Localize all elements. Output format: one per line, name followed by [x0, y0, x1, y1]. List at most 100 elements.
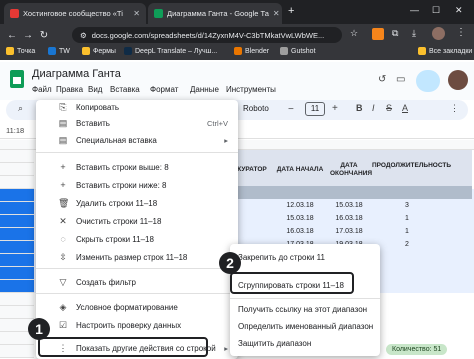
- reload-icon[interactable]: ↻: [36, 30, 52, 41]
- history-icon[interactable]: ↺: [378, 74, 386, 85]
- menu-item-resize-rows[interactable]: ⇳ Изменить размер строк 11–18: [36, 248, 238, 266]
- status-count-badge[interactable]: Количество: 51: [386, 344, 448, 355]
- comments-icon[interactable]: ▭: [396, 74, 405, 85]
- row-header-selected[interactable]: [0, 228, 34, 241]
- cell-duration[interactable]: 2: [372, 238, 442, 251]
- menu-item-paste[interactable]: ▤ Вставить Ctrl+V: [36, 114, 238, 132]
- row-header-selected[interactable]: [0, 280, 34, 293]
- folder-icon: [418, 47, 426, 55]
- bookmark-tochka[interactable]: Точка: [6, 47, 35, 55]
- row-header[interactable]: [0, 306, 34, 319]
- window-maximize-icon[interactable]: ☐: [432, 5, 440, 16]
- row-header[interactable]: [0, 163, 34, 176]
- row-header-selected[interactable]: [0, 202, 34, 215]
- menu-item-conditional-formatting[interactable]: ◈ Условное форматирование: [36, 298, 238, 316]
- profile-avatar[interactable]: [432, 27, 445, 40]
- text-color-icon[interactable]: A: [402, 103, 408, 113]
- menu-item-hide-rows[interactable]: ◌ Скрыть строки 11–18: [36, 230, 238, 248]
- menu-item-insert-rows-above[interactable]: + Вставить строки выше: 8: [36, 158, 238, 176]
- menu-insert[interactable]: Вставка: [110, 85, 140, 94]
- cell-end-date[interactable]: 16.03.18: [330, 212, 368, 225]
- paint-icon: ◈: [59, 302, 67, 312]
- bookmark-gutshot[interactable]: Gutshot: [280, 47, 316, 55]
- menu-divider: [36, 268, 238, 269]
- search-menus-icon[interactable]: ⌕: [18, 103, 23, 114]
- cell-duration[interactable]: 1: [372, 225, 442, 238]
- menu-divider: [36, 152, 238, 153]
- close-tab-icon[interactable]: ✕: [273, 9, 280, 18]
- cell-start-date[interactable]: 16.03.18: [276, 225, 324, 238]
- menu-view[interactable]: Вид: [88, 85, 102, 94]
- paste-special-icon: ▤: [58, 135, 68, 145]
- row-header-selected[interactable]: [0, 267, 34, 280]
- row-actions-submenu: Закрепить до строки 11 Сгруппировать стр…: [230, 244, 380, 356]
- row-header[interactable]: [0, 150, 34, 163]
- row-header-selected[interactable]: [0, 254, 34, 267]
- bookmark-blender[interactable]: Blender: [234, 47, 269, 55]
- window-close-icon[interactable]: ✕: [455, 5, 463, 16]
- gutshot-icon: [280, 47, 288, 55]
- strikethrough-icon[interactable]: S: [386, 103, 392, 113]
- row-header-selected[interactable]: [0, 215, 34, 228]
- cell-start-date[interactable]: 12.03.18: [276, 199, 324, 212]
- menu-tools[interactable]: Инструменты: [226, 85, 276, 94]
- font-size-decrease-icon[interactable]: −: [288, 104, 294, 115]
- sheets-logo-icon[interactable]: [10, 70, 24, 88]
- copy-icon: ⎘: [59, 102, 67, 112]
- row-header-selected[interactable]: [0, 241, 34, 254]
- document-title[interactable]: Диаграмма Ганта: [32, 68, 121, 80]
- browser-tab-hosting[interactable]: Хостинговое сообщество «Ti ✕: [4, 3, 146, 24]
- bookmark-fermy[interactable]: Фермы: [82, 47, 116, 55]
- add-icon: +: [60, 162, 66, 172]
- download-icon[interactable]: ⤓: [412, 28, 416, 39]
- bookmark-tw[interactable]: TW: [48, 47, 70, 55]
- font-size-field[interactable]: 11: [305, 102, 325, 116]
- cell-duration[interactable]: 1: [372, 212, 442, 225]
- extensions-icon[interactable]: ⧉: [392, 28, 398, 39]
- menu-data[interactable]: Данные: [190, 85, 219, 94]
- share-button[interactable]: [416, 70, 440, 92]
- bookmark-star-icon[interactable]: ☆: [350, 28, 358, 39]
- forward-icon[interactable]: →: [20, 30, 36, 41]
- menu-item-data-validation[interactable]: ☑ Настроить проверку данных: [36, 316, 238, 334]
- menu-item-paste-special[interactable]: ▤ Специальная вставка ▸: [36, 131, 238, 149]
- browser-tab-gantt[interactable]: Диаграмма Ганта - Google Та ✕: [148, 3, 282, 24]
- menu-edit[interactable]: Правка: [56, 85, 83, 94]
- menu-format[interactable]: Формат: [150, 85, 178, 94]
- account-avatar[interactable]: [448, 70, 468, 90]
- menu-item-clear-rows[interactable]: ✕ Очистить строки 11–18: [36, 212, 238, 230]
- bookmark-all[interactable]: Все закладки: [418, 47, 472, 55]
- bookmark-deepl[interactable]: DeepL Translate – Лучш...: [124, 47, 217, 55]
- name-box[interactable]: 11:18: [0, 123, 30, 137]
- deepl-icon: [124, 47, 132, 55]
- menu-item-delete-rows[interactable]: 🗑 Удалить строки 11–18: [36, 194, 238, 212]
- cell-start-date[interactable]: 15.03.18: [276, 212, 324, 225]
- bold-icon[interactable]: B: [356, 103, 363, 113]
- site-info-icon[interactable]: ⚙: [80, 31, 87, 40]
- row-header-selected[interactable]: [0, 189, 34, 202]
- close-tab-icon[interactable]: ✕: [133, 9, 140, 18]
- more-toolbar-icon[interactable]: ⋮: [450, 103, 459, 114]
- window-minimize-icon[interactable]: —: [410, 5, 419, 15]
- cell-duration[interactable]: 3: [372, 199, 442, 212]
- row-header[interactable]: [0, 345, 34, 358]
- browser-menu-icon[interactable]: ⋮: [456, 27, 466, 38]
- submenu-item-named-range[interactable]: Определить именованный диапазон: [230, 317, 380, 335]
- submenu-item-get-link[interactable]: Получить ссылку на этот диапазон: [230, 300, 380, 318]
- new-tab-icon[interactable]: +: [288, 5, 294, 17]
- font-selector[interactable]: Roboto: [243, 104, 269, 113]
- submenu-item-protect-range[interactable]: Защитить диапазон: [230, 334, 380, 352]
- row-header[interactable]: [0, 176, 34, 189]
- menu-item-insert-rows-below[interactable]: + Вставить строки ниже: 8: [36, 176, 238, 194]
- row-header[interactable]: [0, 293, 34, 306]
- back-icon[interactable]: ←: [4, 30, 20, 41]
- menu-item-create-filter[interactable]: ▽ Создать фильтр: [36, 273, 238, 291]
- italic-icon[interactable]: I: [372, 103, 375, 113]
- menu-file[interactable]: Файл: [32, 85, 52, 94]
- cell-end-date[interactable]: 15.03.18: [330, 199, 368, 212]
- submenu-item-freeze[interactable]: Закрепить до строки 11: [230, 248, 380, 266]
- cell-end-date[interactable]: 17.03.18: [330, 225, 368, 238]
- url-field[interactable]: ⚙ docs.google.com/spreadsheets/d/14ZyxnM…: [72, 27, 342, 43]
- metamask-extension-icon[interactable]: [372, 28, 384, 40]
- font-size-increase-icon[interactable]: +: [332, 103, 338, 114]
